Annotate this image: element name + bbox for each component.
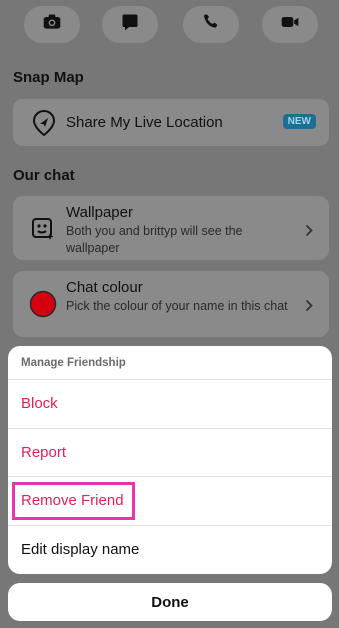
camera-button[interactable] — [24, 6, 80, 43]
wallpaper-title: Wallpaper — [66, 204, 133, 221]
colour-swatch — [28, 289, 58, 319]
report-label: Report — [21, 443, 67, 461]
location-pin-icon — [26, 109, 62, 137]
share-live-location-label: Share My Live Location — [66, 114, 223, 131]
wallpaper-icon — [28, 214, 58, 244]
chevron-right-icon — [305, 224, 313, 242]
block-label: Block — [21, 395, 58, 413]
chat-colour-row[interactable]: Chat colour Pick the colour of your name… — [13, 271, 329, 337]
share-live-location-row[interactable]: Share My Live Location NEW — [13, 99, 329, 146]
chat-colour-title: Chat colour — [66, 279, 143, 296]
remove-friend-option[interactable]: Remove Friend — [8, 477, 332, 526]
report-option[interactable]: Report — [8, 429, 332, 477]
edit-display-name-label: Edit display name — [21, 541, 140, 559]
manage-friendship-sheet: Manage Friendship Block Report Remove Fr… — [8, 346, 332, 574]
highlight-box — [12, 482, 135, 520]
new-badge: NEW — [282, 114, 316, 129]
chat-button[interactable] — [102, 6, 158, 43]
block-option[interactable]: Block — [8, 380, 332, 429]
video-icon — [280, 12, 300, 37]
snap-map-heading: Snap Map — [13, 69, 84, 86]
chevron-right-icon — [305, 299, 313, 317]
wallpaper-row[interactable]: Wallpaper Both you and brittyp will see … — [13, 196, 329, 260]
edit-display-name-option[interactable]: Edit display name — [8, 526, 332, 575]
chat-colour-subtitle: Pick the colour of your name in this cha… — [66, 299, 288, 313]
camera-icon — [42, 12, 62, 37]
phone-icon — [201, 12, 221, 37]
our-chat-heading: Our chat — [13, 167, 75, 184]
top-action-bar — [0, 0, 339, 44]
wallpaper-subtitle: Both you and brittyp will see the wallpa… — [66, 224, 243, 255]
done-button[interactable]: Done — [8, 583, 332, 621]
call-button[interactable] — [183, 6, 239, 43]
chat-icon — [120, 12, 140, 37]
video-call-button[interactable] — [262, 6, 318, 43]
sheet-header: Manage Friendship — [8, 346, 332, 380]
